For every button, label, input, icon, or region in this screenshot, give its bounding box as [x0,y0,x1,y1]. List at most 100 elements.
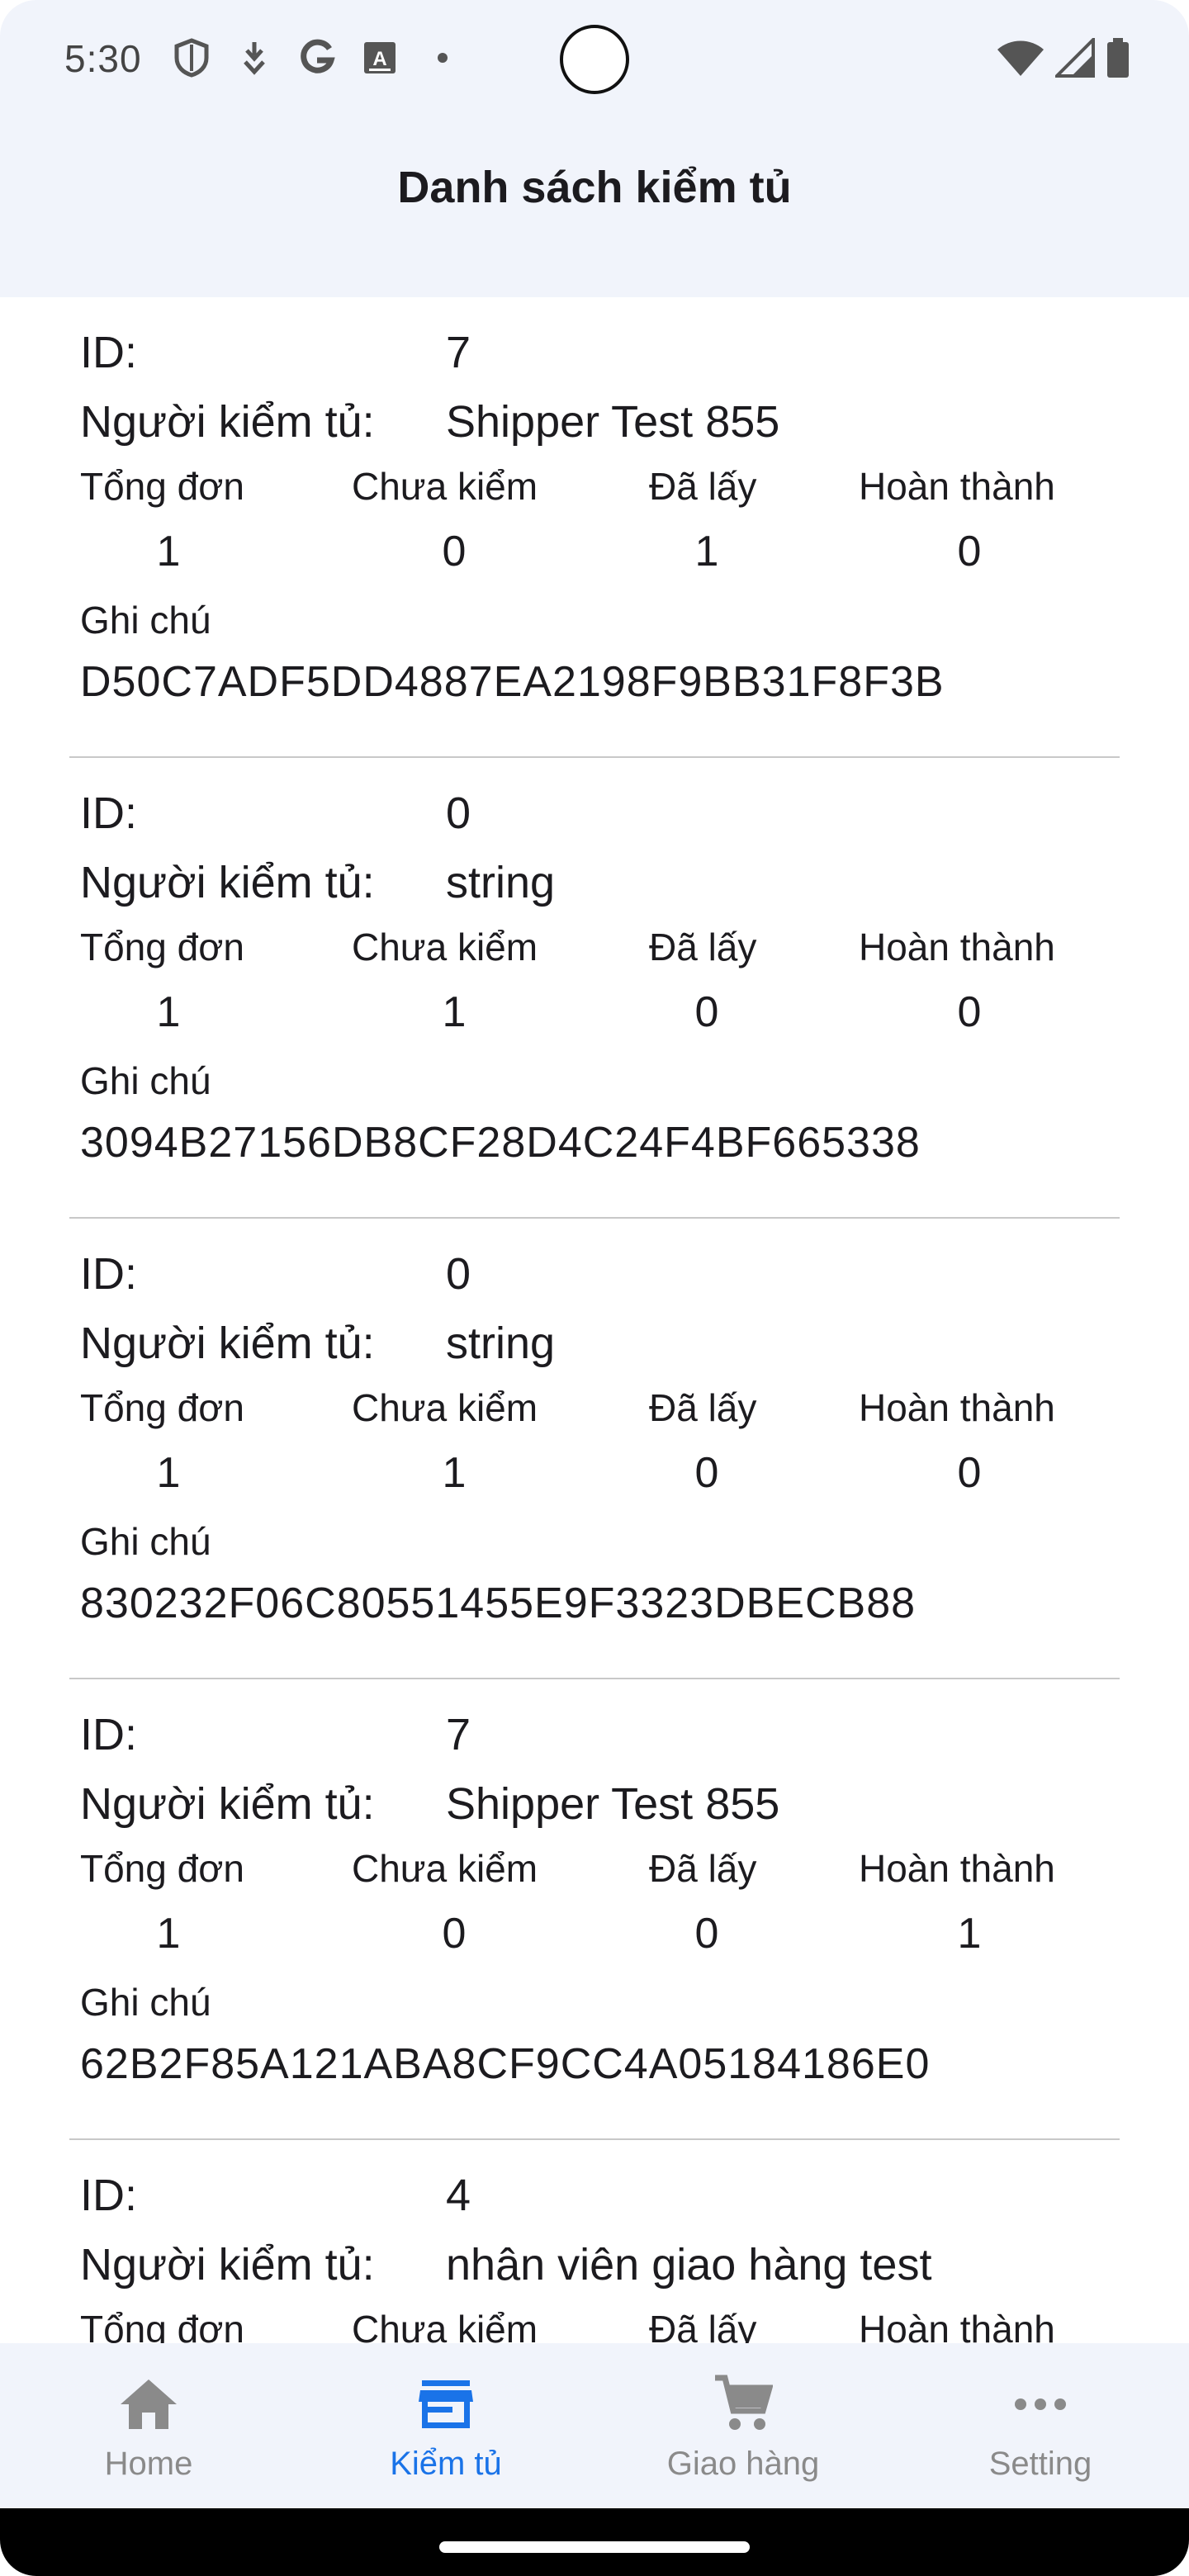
checker-label: Người kiểm tủ: [80,397,375,447]
unchecked-value: 0 [442,1910,467,1958]
usb-debug-icon [233,36,276,79]
page-title: Danh sách kiểm tủ [397,163,792,212]
cart-icon [710,2371,776,2437]
done-label: Hoàn thành [859,1847,1055,1890]
checker-label: Người kiểm tủ: [80,2240,375,2290]
unchecked-value: 1 [442,988,467,1036]
total-value: 1 [156,988,181,1036]
id-label: ID: [80,788,138,838]
note-label: Ghi chú [80,599,211,642]
screen: 5:30 A Danh sách kiểm tủ ID: 7 Người kiể… [0,0,1189,2576]
total-value: 1 [156,1449,181,1497]
unchecked-label: Chưa kiểm [352,926,538,968]
checker-label: Người kiểm tủ: [80,1319,375,1368]
unchecked-label: Chưa kiểm [352,1386,538,1429]
list-item[interactable]: ID: 0 Người kiểm tủ: string Tổng đơn Chư… [0,1219,1189,1679]
checker-value: string [446,1319,556,1368]
more-icon [1007,2371,1073,2437]
nav-label: Giao hàng [666,2446,820,2482]
cellular-signal-icon [1053,36,1095,82]
list-item[interactable]: ID: 4 Người kiểm tủ: nhân viên giao hàng… [0,2140,1189,2345]
svg-text:A: A [372,48,386,70]
status-icons-left: A [170,36,464,79]
nav-label: Kiểm tủ [390,2446,502,2482]
list-item[interactable]: ID: 0 Người kiểm tủ: string Tổng đơn Chư… [0,758,1189,1219]
id-label: ID: [80,1710,138,1759]
id-value: 4 [446,2171,471,2220]
note-value: D50C7ADF5DD4887EA2198F9BB31F8F3B [80,658,945,706]
done-label: Hoàn thành [859,465,1055,508]
done-label: Hoàn thành [859,926,1055,968]
total-value: 1 [156,1910,181,1958]
status-icons-right [996,36,1131,83]
total-label: Tổng đơn [80,465,244,508]
total-value: 1 [156,528,181,575]
camera-cutout [560,25,629,94]
nav-label: Setting [988,2446,1092,2482]
picked-label: Đã lấy [649,926,757,968]
done-value: 0 [957,528,982,575]
picked-value: 1 [694,528,719,575]
id-value: 0 [446,1249,471,1299]
picked-value: 0 [694,988,719,1036]
note-value: 62B2F85A121ABA8CF9CC4A05184186E0 [80,2040,931,2088]
nav-item-kiem-tu[interactable]: Kiểm tủ [297,2343,594,2508]
unchecked-label: Chưa kiểm [352,1847,538,1890]
picked-label: Đã lấy [649,1386,757,1429]
checker-label: Người kiểm tủ: [80,1779,375,1829]
picked-label: Đã lấy [649,465,757,508]
unchecked-value: 1 [442,1449,467,1497]
id-value: 7 [446,328,471,377]
status-bar: 5:30 A [0,0,1189,124]
done-value: 0 [957,1449,982,1497]
id-label: ID: [80,1249,138,1299]
total-label: Tổng đơn [80,1386,244,1429]
done-value: 0 [957,988,982,1036]
keyboard-a-icon: A [358,36,401,79]
note-value: 3094B27156DB8CF28D4C24F4BF665338 [80,1119,921,1167]
nav-item-setting[interactable]: Setting [892,2343,1189,2508]
done-value: 1 [957,1910,982,1958]
total-label: Tổng đơn [80,926,244,968]
bottom-navigation: Home Kiểm tủ Giao hàng Setting [0,2343,1189,2508]
unchecked-label: Chưa kiểm [352,465,538,508]
total-label: Tổng đơn [80,2308,244,2345]
nav-label: Home [104,2446,193,2482]
wifi-icon [996,38,1045,82]
battery-icon [1105,36,1131,83]
list-item[interactable]: ID: 7 Người kiểm tủ: Shipper Test 855 Tổ… [0,1679,1189,2140]
id-label: ID: [80,328,138,377]
total-label: Tổng đơn [80,1847,244,1890]
unchecked-label: Chưa kiểm [352,2308,538,2345]
id-value: 0 [446,788,471,838]
note-value: 830232F06C80551455E9F3323DBECB88 [80,1579,917,1627]
home-gesture-handle[interactable] [439,2541,750,2553]
picked-label: Đã lấy [649,1847,757,1890]
google-icon [296,36,339,79]
note-label: Ghi chú [80,1059,211,1102]
note-label: Ghi chú [80,1520,211,1563]
picked-label: Đã lấy [649,2308,757,2345]
checker-value: string [446,858,556,907]
checker-value: Shipper Test 855 [446,397,780,447]
nav-item-home[interactable]: Home [0,2343,297,2508]
picked-value: 0 [694,1910,719,1958]
dot-icon [421,36,464,79]
checker-value: nhân viên giao hàng test [446,2240,932,2290]
top-area: 5:30 A Danh sách kiểm tủ [0,0,1189,297]
cabinet-check-list[interactable]: ID: 7 Người kiểm tủ: Shipper Test 855 Tổ… [0,297,1189,2345]
id-label: ID: [80,2171,138,2220]
system-gesture-bar [0,2508,1189,2576]
nav-item-giao-hang[interactable]: Giao hàng [594,2343,892,2508]
done-label: Hoàn thành [859,1386,1055,1429]
shield-icon [170,36,213,79]
checker-value: Shipper Test 855 [446,1779,780,1829]
id-value: 7 [446,1710,471,1759]
done-label: Hoàn thành [859,2308,1055,2345]
status-time: 5:30 [64,37,142,80]
store-icon [413,2371,479,2437]
unchecked-value: 0 [442,528,467,575]
picked-value: 0 [694,1449,719,1497]
checker-label: Người kiểm tủ: [80,858,375,907]
list-item[interactable]: ID: 7 Người kiểm tủ: Shipper Test 855 Tổ… [0,297,1189,758]
